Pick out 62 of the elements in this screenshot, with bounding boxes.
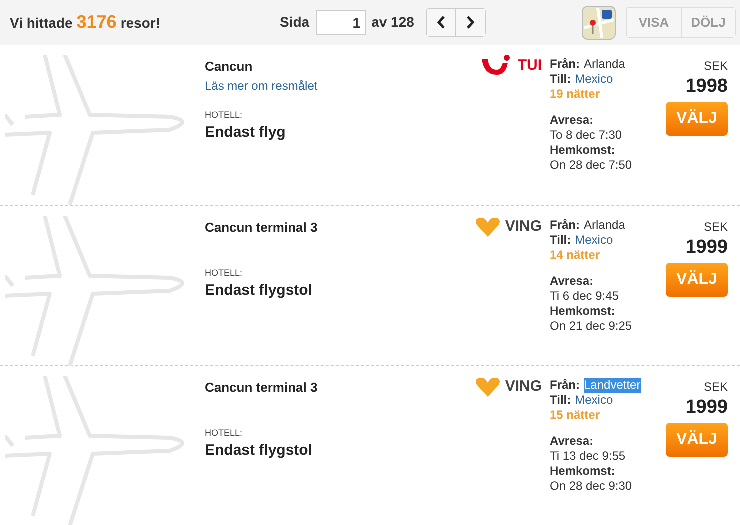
price-text: 1999 <box>686 236 728 260</box>
depart-label: Avresa: <box>550 274 595 289</box>
select-button[interactable]: VÄLJ <box>666 423 728 457</box>
from-value: Arlanda <box>584 218 626 233</box>
to-value: Mexico <box>575 233 614 248</box>
page-total: av 128 <box>372 13 414 32</box>
select-button[interactable]: VÄLJ <box>666 102 728 136</box>
nights-text: 15 nätter <box>550 408 602 423</box>
hotel-label: HOTELL: <box>205 266 244 280</box>
to-value: Mexico <box>575 393 614 408</box>
destination-link[interactable]: Läs mer om resmålet <box>205 76 470 94</box>
hotel-name: Endast flygstol <box>205 441 314 461</box>
price-text: 1998 <box>686 75 728 99</box>
heart-logo-icon <box>475 377 502 398</box>
return-value: On 28 dec 7:50 <box>550 158 634 173</box>
operator-logo-text: TUI <box>518 56 542 76</box>
results-found-text: Vi hittade <box>10 14 73 33</box>
chevron-left-icon <box>436 16 446 29</box>
price-text: 1999 <box>686 396 728 420</box>
from-value: Landvetter <box>584 378 641 393</box>
results-found-text: resor! <box>120 14 160 33</box>
return-value: On 21 dec 9:25 <box>550 319 634 334</box>
from-label: Från: <box>550 378 580 393</box>
results-count: 3176 <box>76 11 117 34</box>
depart-value: To 8 dec 7:30 <box>550 128 624 143</box>
select-button[interactable]: VÄLJ <box>666 263 728 297</box>
to-label: Till: <box>550 72 572 87</box>
return-label: Hemkomst: <box>550 304 616 319</box>
depart-value: Ti 6 dec 9:45 <box>550 289 620 304</box>
to-label: Till: <box>550 233 572 248</box>
depart-label: Avresa: <box>550 113 595 128</box>
return-value: On 28 dec 9:30 <box>550 479 634 494</box>
from-label: Från: <box>550 218 580 233</box>
currency-text: SEK <box>704 58 728 75</box>
to-value: Mexico <box>575 72 614 87</box>
depart-value: Ti 13 dec 9:55 <box>550 449 627 464</box>
page-label: Sida <box>280 13 310 32</box>
map-icon <box>584 8 614 38</box>
destination-title: Cancun <box>205 58 254 76</box>
hotel-name: Endast flygstol <box>205 281 314 301</box>
chevron-right-icon <box>466 16 476 29</box>
heart-logo-icon <box>475 217 502 238</box>
hotel-name: Endast flyg <box>205 123 287 143</box>
previous-page-button[interactable] <box>427 9 456 36</box>
operator-logo-text: VING <box>505 377 542 397</box>
return-label: Hemkomst: <box>550 143 616 158</box>
currency-text: SEK <box>704 219 728 236</box>
destination-title: Cancun terminal 3 <box>205 379 319 397</box>
to-label: Till: <box>550 393 572 408</box>
nights-text: 19 nätter <box>550 87 602 102</box>
depart-label: Avresa: <box>550 434 595 449</box>
operator-logo-text: VING <box>505 217 542 237</box>
map-button[interactable] <box>582 6 616 40</box>
currency-text: SEK <box>704 379 728 396</box>
hotel-label: HOTELL: <box>205 426 244 440</box>
nights-text: 14 nätter <box>550 248 602 263</box>
from-label: Från: <box>550 57 580 72</box>
page-input[interactable]: 1 <box>316 10 366 35</box>
destination-title: Cancun terminal 3 <box>205 219 319 237</box>
return-label: Hemkomst: <box>550 464 616 479</box>
hotel-label: HOTELL: <box>205 108 244 122</box>
from-value: Arlanda <box>584 57 626 72</box>
